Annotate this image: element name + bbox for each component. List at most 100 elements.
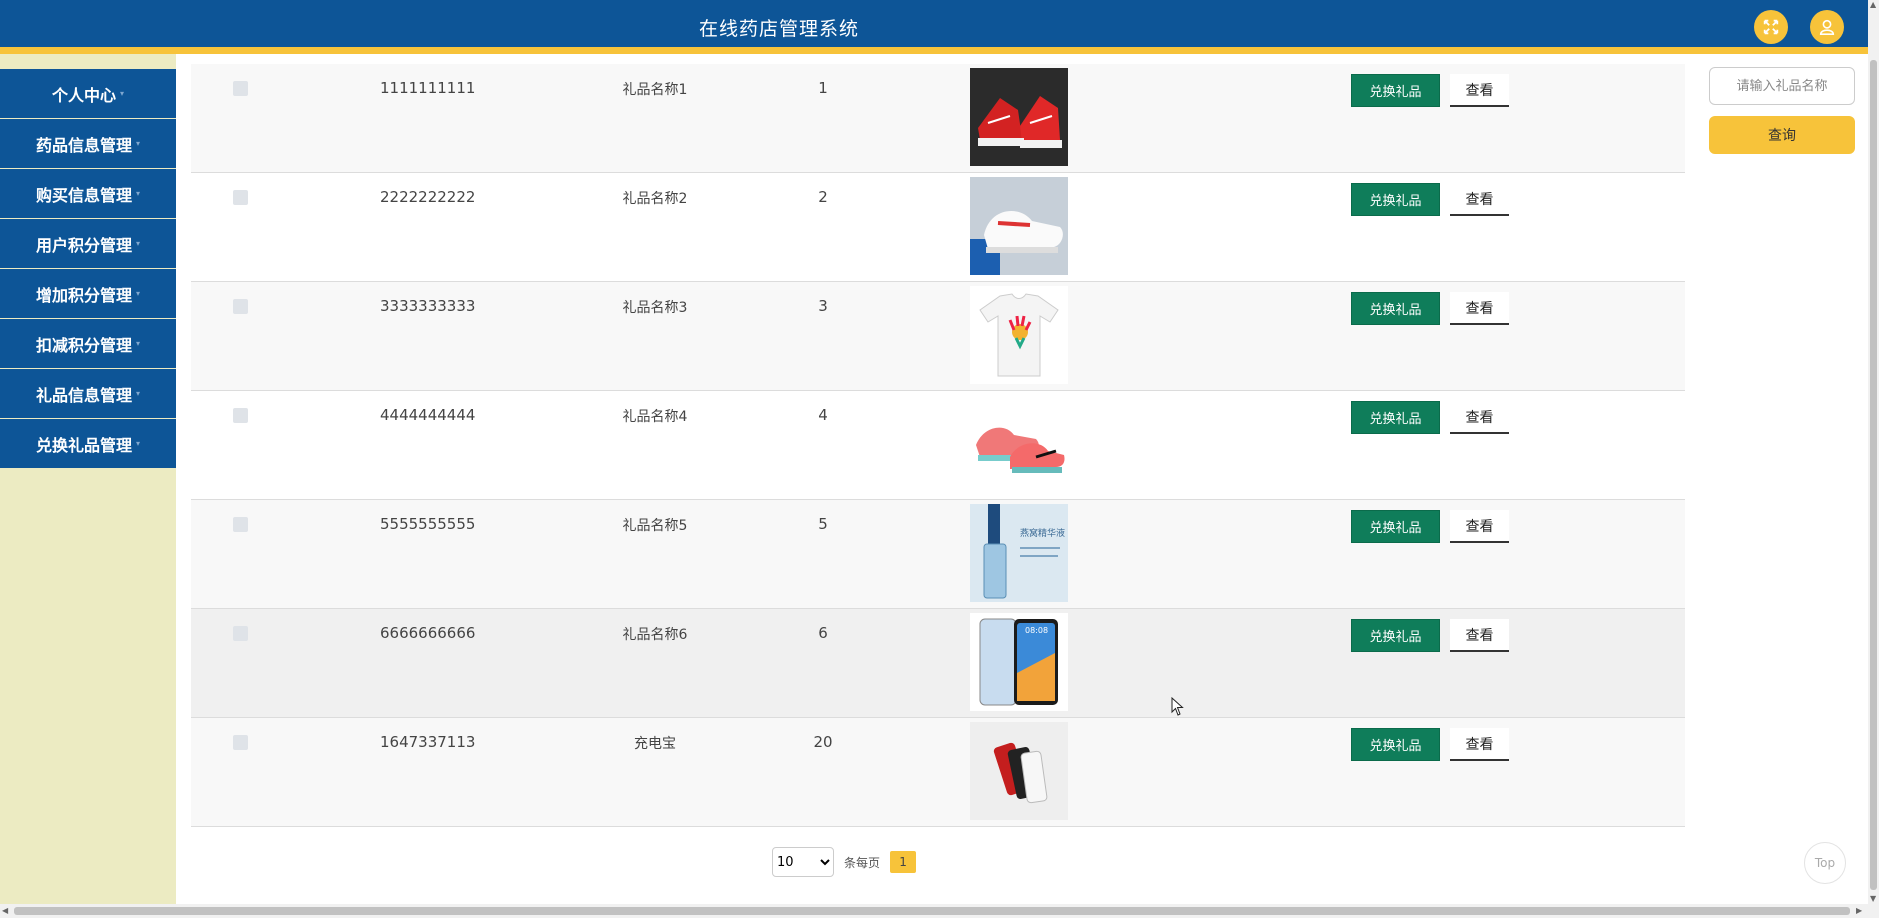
sidebar-item-medicine[interactable]: 药品信息管理 ▾ — [0, 119, 176, 168]
gift-quantity: 20 — [813, 733, 833, 751]
gift-name: 充电宝 — [634, 736, 676, 752]
chevron-down-icon: ▾ — [136, 139, 141, 148]
sidebar-item-points[interactable]: 用户积分管理 ▾ — [0, 219, 176, 268]
gift-name: 礼品名称3 — [622, 300, 688, 316]
exchange-button[interactable]: 兑换礼品 — [1351, 74, 1440, 107]
chevron-down-icon: ▾ — [136, 389, 141, 398]
sidebar-item-label: 个人中心 — [51, 85, 116, 105]
gift-name: 礼品名称2 — [622, 191, 688, 207]
gift-name: 礼品名称6 — [622, 627, 688, 643]
top-header: 在线药店管理系统 — [0, 0, 1868, 54]
mouse-cursor-icon — [1171, 697, 1184, 716]
exchange-button[interactable]: 兑换礼品 — [1351, 728, 1440, 761]
exchange-button[interactable]: 兑换礼品 — [1351, 510, 1440, 543]
gift-image: 燕窝精华液 — [970, 504, 1068, 602]
user-icon — [1819, 19, 1835, 36]
sidebar-item-label: 用户积分管理 — [35, 235, 132, 255]
table-row: 6666666666 礼品名称6 6 08:08 兑换礼品 查看 — [191, 609, 1685, 718]
scroll-left-icon[interactable]: ◀ — [2, 906, 8, 915]
chevron-down-icon: ▾ — [120, 89, 125, 98]
row-checkbox[interactable] — [233, 299, 248, 314]
user-button[interactable] — [1810, 10, 1844, 44]
table-row: 5555555555 礼品名称5 5 燕窝精华液 兑换礼品 查看 — [191, 500, 1685, 609]
gift-id: 2222222222 — [380, 188, 476, 206]
gift-name: 礼品名称1 — [622, 82, 688, 98]
sidebar-item-purchase[interactable]: 购买信息管理 ▾ — [0, 169, 176, 218]
gift-quantity: 3 — [818, 297, 828, 315]
exchange-button[interactable]: 兑换礼品 — [1351, 401, 1440, 434]
page-size-select[interactable]: 10 — [772, 847, 834, 877]
table-row: 1111111111 礼品名称1 1 兑换礼品 查看 — [191, 64, 1685, 173]
gift-name: 礼品名称4 — [622, 409, 688, 425]
sidebar-item-label: 兑换礼品管理 — [35, 435, 132, 455]
view-button[interactable]: 查看 — [1450, 401, 1509, 434]
gift-id: 4444444444 — [380, 406, 476, 424]
row-checkbox[interactable] — [233, 626, 248, 641]
table-row: 1647337113 充电宝 20 兑换礼品 查看 — [191, 718, 1685, 827]
row-checkbox[interactable] — [233, 735, 248, 750]
vertical-scroll-thumb[interactable] — [1870, 60, 1877, 890]
gift-id: 6666666666 — [380, 624, 476, 642]
view-button[interactable]: 查看 — [1450, 510, 1509, 543]
gift-id: 1111111111 — [380, 79, 476, 97]
sidebar-item-label: 购买信息管理 — [35, 185, 132, 205]
table-row: 4444444444 礼品名称4 4 兑换礼品 查看 — [191, 391, 1685, 500]
sidebar-item-label: 增加积分管理 — [35, 285, 132, 305]
sidebar-item-label: 药品信息管理 — [35, 135, 132, 155]
horizontal-scroll-thumb[interactable] — [14, 907, 1850, 915]
pagination: 10 条每页 1 — [772, 847, 917, 877]
back-to-top-button[interactable]: Top — [1804, 842, 1846, 884]
svg-text:08:08: 08:08 — [1025, 626, 1048, 635]
gift-name: 礼品名称5 — [622, 518, 688, 534]
table-row: 2222222222 礼品名称2 2 兑换礼品 查看 — [191, 173, 1685, 282]
gift-id: 1647337113 — [380, 733, 476, 751]
search-button[interactable]: 查询 — [1709, 116, 1855, 154]
gift-image — [970, 286, 1068, 384]
sidebar-item-label: 礼品信息管理 — [35, 385, 132, 405]
gift-image — [970, 177, 1068, 275]
chevron-down-icon: ▾ — [136, 439, 141, 448]
view-button[interactable]: 查看 — [1450, 74, 1509, 107]
expand-icon — [1763, 19, 1779, 35]
sidebar-item-add-points[interactable]: 增加积分管理 ▾ — [0, 269, 176, 318]
gift-table: 1111111111 礼品名称1 1 兑换礼品 查看 2222222222 礼品… — [191, 64, 1685, 827]
view-button[interactable]: 查看 — [1450, 619, 1509, 652]
chevron-down-icon: ▾ — [136, 239, 141, 248]
table-row: 3333333333 礼品名称3 3 兑换礼品 查看 — [191, 282, 1685, 391]
gift-image — [970, 68, 1068, 166]
gift-name-search-input[interactable] — [1709, 67, 1855, 105]
vertical-scrollbar[interactable]: ▲ ▼ — [1868, 0, 1879, 904]
row-checkbox[interactable] — [233, 517, 248, 532]
page-number-current[interactable]: 1 — [890, 851, 917, 873]
sidebar-item-deduct-points[interactable]: 扣减积分管理 ▾ — [0, 319, 176, 368]
gift-quantity: 4 — [818, 406, 828, 424]
row-checkbox[interactable] — [233, 190, 248, 205]
gift-id: 5555555555 — [380, 515, 476, 533]
chevron-down-icon: ▾ — [136, 189, 141, 198]
sidebar-item-gift-info[interactable]: 礼品信息管理 ▾ — [0, 369, 176, 418]
exchange-button[interactable]: 兑换礼品 — [1351, 619, 1440, 652]
gift-image: 08:08 — [970, 613, 1068, 711]
scroll-up-icon[interactable]: ▲ — [1870, 0, 1876, 9]
fullscreen-button[interactable] — [1754, 10, 1788, 44]
exchange-button[interactable]: 兑换礼品 — [1351, 183, 1440, 216]
horizontal-scrollbar[interactable]: ◀ ▶ — [0, 904, 1879, 918]
gift-id: 3333333333 — [380, 297, 476, 315]
scroll-right-icon[interactable]: ▶ — [1856, 906, 1862, 915]
scroll-down-icon[interactable]: ▼ — [1870, 894, 1876, 903]
sidebar-item-gift-exchange[interactable]: 兑换礼品管理 ▾ — [0, 419, 176, 468]
exchange-button[interactable]: 兑换礼品 — [1351, 292, 1440, 325]
gift-quantity: 6 — [818, 624, 828, 642]
view-button[interactable]: 查看 — [1450, 183, 1509, 216]
sidebar-item-label: 扣减积分管理 — [35, 335, 132, 355]
row-checkbox[interactable] — [233, 408, 248, 423]
gift-image — [970, 395, 1068, 493]
gift-image — [970, 722, 1068, 820]
gift-quantity: 5 — [818, 515, 828, 533]
sidebar: 个人中心 ▾ 药品信息管理 ▾ 购买信息管理 ▾ 用户积分管理 ▾ 增加积分管理 ▾ 扣减… — [0, 54, 176, 904]
view-button[interactable]: 查看 — [1450, 728, 1509, 761]
chevron-down-icon: ▾ — [136, 289, 141, 298]
sidebar-item-personal[interactable]: 个人中心 ▾ — [0, 69, 176, 118]
row-checkbox[interactable] — [233, 81, 248, 96]
view-button[interactable]: 查看 — [1450, 292, 1509, 325]
